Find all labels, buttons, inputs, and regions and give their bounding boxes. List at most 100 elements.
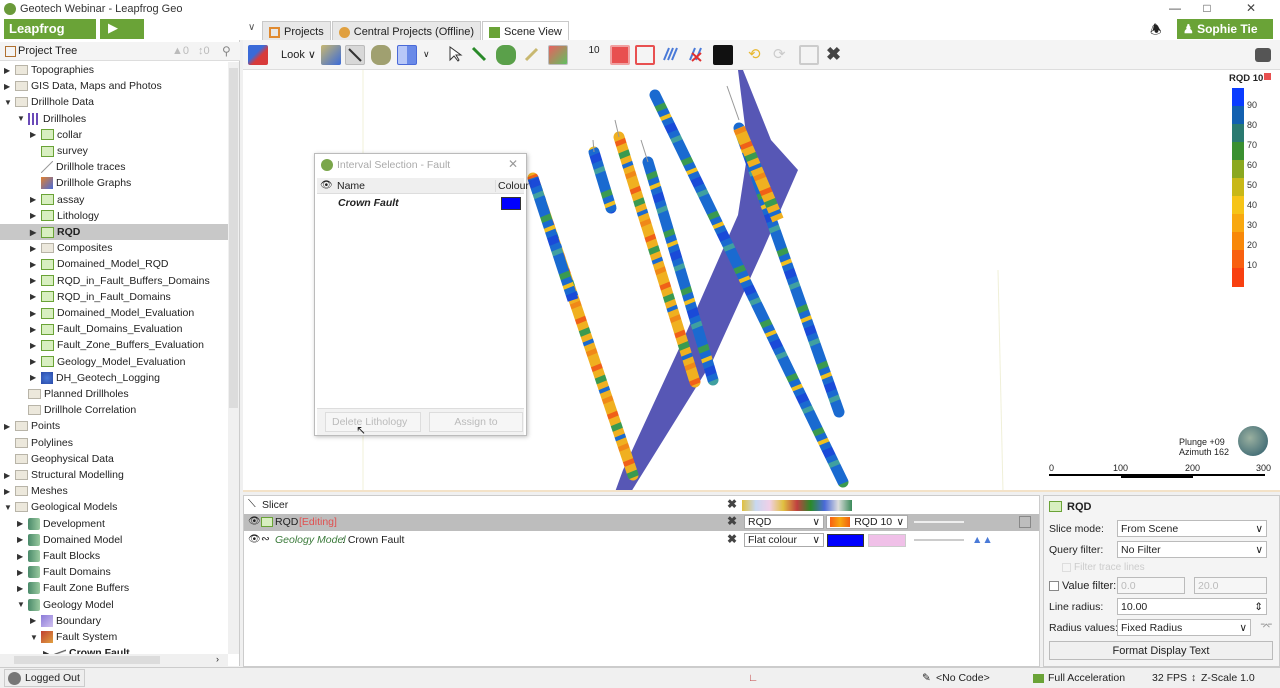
close-window-button[interactable]: ✕ xyxy=(1236,1,1266,17)
tree-item[interactable]: ▼ Fault System xyxy=(0,629,228,645)
zscale-readout[interactable]: Z-Scale 1.0 xyxy=(1201,672,1255,684)
drillhole-1-upper[interactable] xyxy=(527,176,579,302)
tree-item[interactable]: Drillhole Graphs xyxy=(0,175,228,191)
ruler-icon[interactable] xyxy=(522,45,542,65)
collapsed-arrow-icon[interactable]: ▶ xyxy=(30,211,38,220)
hatch-icon[interactable] xyxy=(661,45,681,65)
select-pointer-icon[interactable] xyxy=(446,45,466,65)
split-view-icon[interactable] xyxy=(397,45,417,65)
tabs-dropdown-icon[interactable]: ∨ xyxy=(248,22,255,33)
collapsed-arrow-icon[interactable]: ▶ xyxy=(30,244,38,253)
move-up-button[interactable]: ▲0 xyxy=(172,45,189,57)
colour-swatch[interactable] xyxy=(501,197,521,210)
collapsed-arrow-icon[interactable]: ▶ xyxy=(30,325,38,334)
collapsed-arrow-icon[interactable]: ▶ xyxy=(4,66,12,75)
slicer-tool-icon[interactable] xyxy=(345,45,365,65)
expanded-arrow-icon[interactable]: ▼ xyxy=(4,98,12,107)
collapsed-arrow-icon[interactable]: ▶ xyxy=(17,584,25,593)
slicer-row[interactable]: ⟍ Slicer ✖ xyxy=(244,497,1039,514)
remove-icon[interactable]: ✖ xyxy=(727,514,737,528)
tab-scene-view[interactable]: Scene View xyxy=(481,21,569,40)
tree-item[interactable]: ▶ Composites xyxy=(0,240,228,256)
tree-item[interactable]: Planned Drillholes xyxy=(0,386,228,402)
tree-item[interactable]: ▶ RQD xyxy=(0,224,228,240)
play-button[interactable]: ▶ xyxy=(100,19,144,39)
clip-back-icon[interactable] xyxy=(635,45,655,65)
format-display-text-button[interactable]: Format Display Text xyxy=(1049,641,1273,660)
look-dropdown[interactable]: Look ∨ xyxy=(281,48,316,61)
screenshot-camera-icon[interactable] xyxy=(1255,48,1271,62)
login-status-button[interactable]: Logged Out xyxy=(4,669,85,687)
draw-green-line-icon[interactable] xyxy=(470,45,490,65)
collapsed-arrow-icon[interactable]: ▶ xyxy=(4,82,12,91)
scrollbar-thumb[interactable] xyxy=(229,68,238,408)
tree-item[interactable]: Geophysical Data xyxy=(0,451,228,467)
scene-settings-icon[interactable] xyxy=(248,45,268,65)
collapsed-arrow-icon[interactable]: ▶ xyxy=(30,616,38,625)
tree-item[interactable]: Polylines xyxy=(0,435,228,451)
crown-fault-surface[interactable] xyxy=(615,70,798,492)
rqd-row[interactable]: 👁 RQD [Editing] ✖ RQD ∨ RQD 10 ∨ xyxy=(244,514,1039,531)
tree-item[interactable]: ▶ RQD_in_Fault_Buffers_Domains xyxy=(0,273,228,289)
collapsed-arrow-icon[interactable]: ▶ xyxy=(30,260,38,269)
slice-width-value[interactable]: 10 xyxy=(586,45,602,56)
colour-swatch[interactable] xyxy=(827,534,864,547)
collapsed-arrow-icon[interactable]: ▶ xyxy=(17,552,25,561)
collapsed-arrow-icon[interactable]: ▶ xyxy=(4,487,12,496)
tree-item[interactable]: ▶ DH_Geotech_Logging xyxy=(0,370,228,386)
tree-item[interactable]: ▶ Domained_Model_Evaluation xyxy=(0,305,228,321)
list-item[interactable]: Crown Fault xyxy=(317,195,524,211)
radius-values-dropdown[interactable]: Fixed Radius ∨ xyxy=(1117,619,1251,636)
tree-item[interactable]: ▶ Fault Domains xyxy=(0,564,228,580)
scrollbar-thumb[interactable] xyxy=(14,656,160,664)
collapsed-arrow-icon[interactable]: ▶ xyxy=(4,422,12,431)
move-down-button[interactable]: ↕0 xyxy=(198,45,210,57)
move-plane-icon[interactable] xyxy=(321,45,341,65)
colour-by-dropdown[interactable]: RQD ∨ xyxy=(744,515,824,529)
tree-item[interactable]: ▶ Topographies xyxy=(0,62,228,78)
collapsed-arrow-icon[interactable]: ▶ xyxy=(30,228,38,237)
collapsed-arrow-icon[interactable]: ▶ xyxy=(30,357,38,366)
surface-tool-icon[interactable] xyxy=(496,45,516,65)
visibility-eye-icon[interactable]: 👁 xyxy=(248,516,261,527)
tree-item[interactable]: ▶ Crown Fault xyxy=(0,645,228,654)
tree-item[interactable]: Drillhole traces xyxy=(0,159,228,175)
collapsed-arrow-icon[interactable]: ▶ xyxy=(17,568,25,577)
second-colour-swatch[interactable] xyxy=(868,534,906,547)
maximize-button[interactable]: □ xyxy=(1192,1,1222,17)
colormap-dropdown[interactable]: RQD 10 ∨ xyxy=(826,515,908,529)
no-hatch-icon[interactable] xyxy=(687,45,707,65)
code-status[interactable]: <No Code> xyxy=(936,672,990,684)
collapsed-arrow-icon[interactable]: ▶ xyxy=(4,471,12,480)
legend-close-icon[interactable] xyxy=(1264,73,1271,80)
scroll-right-icon[interactable]: › xyxy=(216,654,219,664)
interval-select-icon[interactable] xyxy=(548,45,568,65)
collapsed-arrow-icon[interactable]: ▶ xyxy=(17,535,25,544)
tab-projects[interactable]: Projects xyxy=(262,21,331,40)
tree-item[interactable]: ▶ collar xyxy=(0,127,228,143)
value-filter-checkbox[interactable] xyxy=(1049,581,1059,591)
opacity-slider[interactable] xyxy=(914,539,964,541)
collapsed-arrow-icon[interactable]: ▶ xyxy=(30,341,38,350)
leapfrog-menu-button[interactable]: Leapfrog Geo ∨ xyxy=(4,19,96,51)
tree-horizontal-scrollbar[interactable]: › xyxy=(0,654,228,666)
query-filter-dropdown[interactable]: No Filter ∨ xyxy=(1117,541,1267,558)
tree-item[interactable]: ▶ Boundary xyxy=(0,613,228,629)
remove-icon[interactable]: ✖ xyxy=(727,532,737,546)
expanded-arrow-icon[interactable]: ▼ xyxy=(4,503,12,512)
tree-item[interactable]: ▶ RQD_in_Fault_Domains xyxy=(0,289,228,305)
tree-item[interactable]: ▼ Geology Model xyxy=(0,597,228,613)
opacity-slider[interactable] xyxy=(914,521,964,523)
remove-icon[interactable]: ✖ xyxy=(727,497,737,511)
expanded-arrow-icon[interactable]: ▼ xyxy=(17,600,25,609)
split-view-dropdown-icon[interactable]: ∨ xyxy=(423,49,430,60)
tree-item[interactable]: ▶ Structural Modelling xyxy=(0,467,228,483)
delete-lithology-button[interactable]: Delete Lithology xyxy=(325,412,421,432)
minimize-button[interactable]: — xyxy=(1160,1,1190,17)
colour-by-dropdown[interactable]: Flat colour ∨ xyxy=(744,533,824,547)
invert-icon[interactable] xyxy=(713,45,733,65)
expanded-arrow-icon[interactable]: ▼ xyxy=(17,114,25,123)
slice-mode-dropdown[interactable]: From Scene ∨ xyxy=(1117,520,1267,537)
assign-to-dropdown[interactable]: Assign to xyxy=(429,412,523,432)
curve-icon[interactable]: ⌤ xyxy=(1260,620,1273,633)
